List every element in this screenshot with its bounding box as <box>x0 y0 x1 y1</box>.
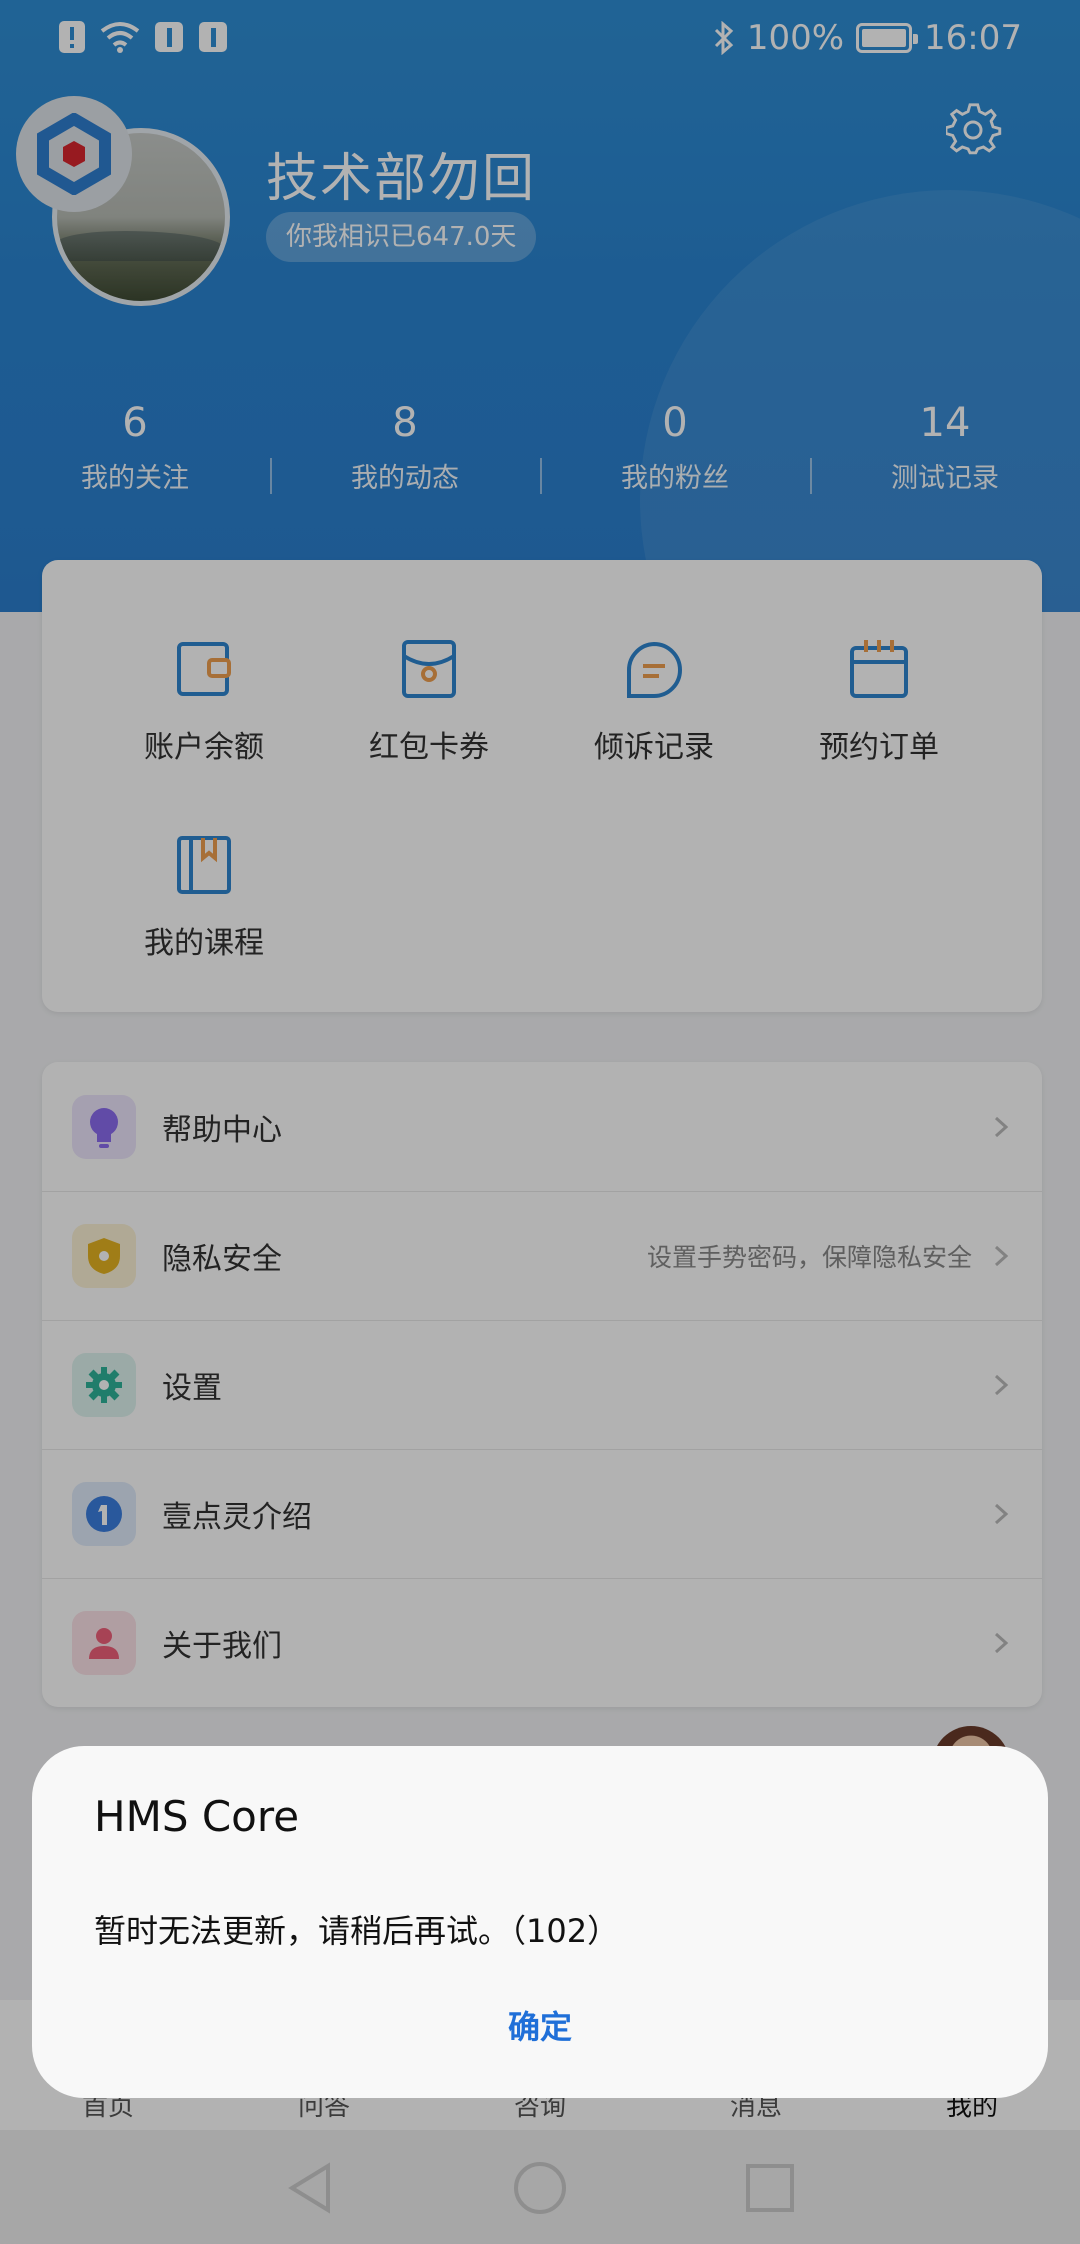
dialog-title: HMS Core <box>94 1792 300 1841</box>
hms-core-dialog: HMS Core 暂时无法更新，请稍后再试。（102） 确定 <box>32 1746 1048 2098</box>
dialog-message: 暂时无法更新，请稍后再试。（102） <box>94 1912 620 1950</box>
confirm-button[interactable]: 确定 <box>32 2002 1048 2048</box>
back-triangle-icon[interactable] <box>280 2158 340 2218</box>
recents-square-icon[interactable] <box>740 2158 800 2218</box>
system-nav-bar <box>0 2130 1080 2244</box>
home-circle-icon[interactable] <box>510 2158 570 2218</box>
